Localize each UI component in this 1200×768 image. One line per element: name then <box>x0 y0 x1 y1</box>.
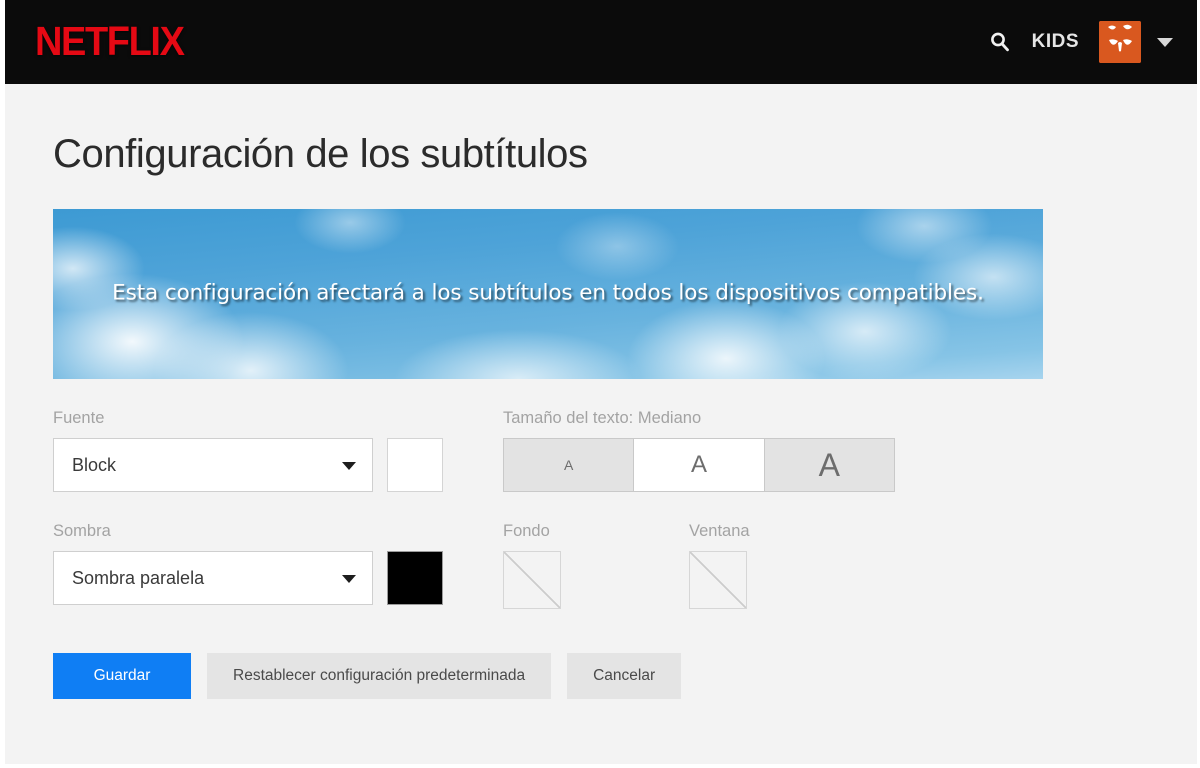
transparent-swatch-row: Fondo Ventana <box>503 522 1149 609</box>
window-color-swatch[interactable] <box>689 551 747 609</box>
netflix-subtitle-settings-page: NETFLIX KIDS Configuración de los subtít… <box>0 0 1200 768</box>
window-label: Ventana <box>689 522 750 540</box>
font-label: Fuente <box>53 409 105 427</box>
text-size-medium-button[interactable]: A <box>634 439 765 491</box>
text-size-small-button[interactable]: A <box>504 439 635 491</box>
page-title: Configuración de los subtítulos <box>53 132 588 176</box>
header-actions: KIDS <box>988 21 1173 63</box>
window-control-group: Ventana <box>689 522 750 609</box>
shadow-select[interactable]: Sombra paralela <box>53 551 373 605</box>
settings-row-two: Sombra Sombra paralela Fondo Ventana <box>53 522 1149 609</box>
font-select-wrapper: Block <box>53 438 503 492</box>
site-header: NETFLIX KIDS <box>5 0 1197 84</box>
shadow-select-wrapper: Sombra paralela <box>53 551 503 605</box>
font-control-group: Fuente Block <box>53 409 503 492</box>
text-size-control-group: Tamaño del texto: Mediano A A A <box>503 409 1149 492</box>
settings-row-one: Fuente Block Tamaño del texto: Mediano A… <box>53 409 1149 492</box>
shadow-control-group: Sombra Sombra paralela <box>53 522 503 609</box>
shadow-select-value: Sombra paralela <box>72 567 205 588</box>
chevron-down-icon[interactable] <box>1157 37 1173 47</box>
chevron-down-icon <box>342 462 356 470</box>
text-size-large-button[interactable]: A <box>764 439 894 491</box>
shadow-label: Sombra <box>53 522 111 540</box>
background-color-swatch[interactable] <box>503 551 561 609</box>
action-buttons: Guardar Restablecer configuración predet… <box>53 653 1149 699</box>
shadow-color-swatch[interactable] <box>387 551 443 605</box>
font-select[interactable]: Block <box>53 438 373 492</box>
main-content: Configuración de los subtítulos Esta con… <box>5 84 1197 699</box>
netflix-logo[interactable]: NETFLIX <box>35 21 185 62</box>
search-icon[interactable] <box>988 30 1012 54</box>
kids-link[interactable]: KIDS <box>1032 31 1079 53</box>
background-label: Fondo <box>503 522 550 540</box>
text-size-selector: A A A <box>503 438 895 492</box>
cancel-button[interactable]: Cancelar <box>567 653 682 699</box>
preview-subtitle-text: Esta configuración afectará a los subtít… <box>112 280 984 306</box>
reset-defaults-button[interactable]: Restablecer configuración predeterminada <box>207 653 552 699</box>
avatar[interactable] <box>1099 21 1141 63</box>
background-control-group: Fondo <box>503 522 561 609</box>
text-size-label: Tamaño del texto: Mediano <box>503 409 702 427</box>
subtitle-preview-banner: Esta configuración afectará a los subtít… <box>53 209 1043 379</box>
save-button[interactable]: Guardar <box>53 653 191 699</box>
font-select-value: Block <box>72 454 117 475</box>
chevron-down-icon <box>342 575 356 583</box>
font-color-swatch[interactable] <box>387 438 443 492</box>
background-window-group: Fondo Ventana <box>503 522 1149 609</box>
